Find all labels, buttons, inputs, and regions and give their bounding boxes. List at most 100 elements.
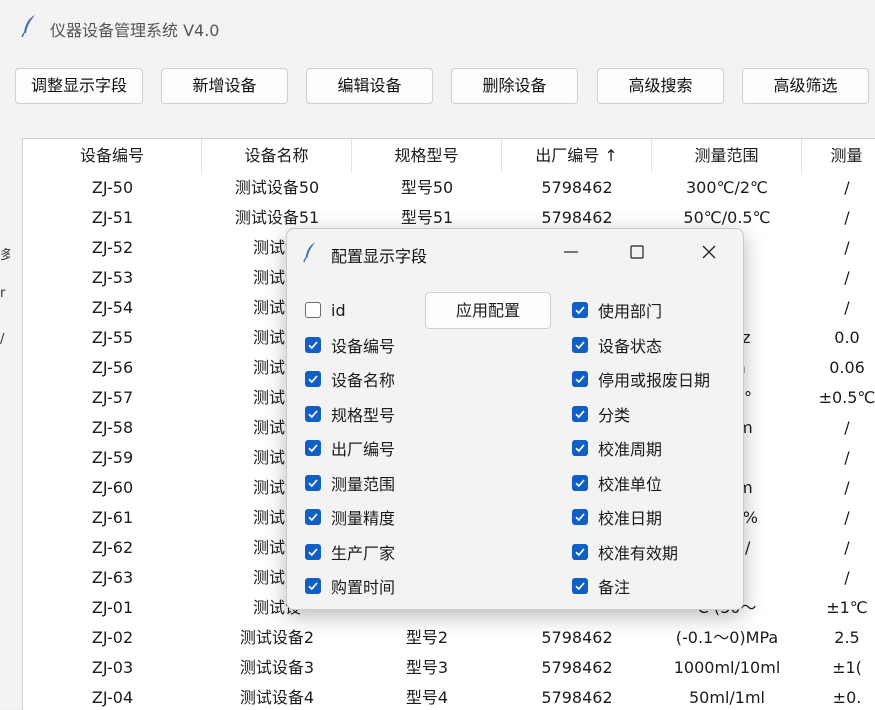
minimize-button[interactable]	[551, 235, 591, 269]
field-label: 校准有效期	[598, 543, 679, 563]
table-cell: ZJ-52	[91, 238, 134, 257]
table-row[interactable]: ZJ-04 测试设备4 型号4 5798462 50ml/1ml ±0.	[23, 683, 875, 710]
table-cell: ZJ-58	[91, 418, 134, 437]
checkbox-checked-icon[interactable]	[572, 371, 588, 387]
field-label: 设备状态	[598, 336, 663, 356]
checkbox-checked-icon[interactable]	[305, 440, 321, 456]
table-cell: ZJ-03	[91, 658, 134, 677]
field-checkbox[interactable]: 分类	[572, 402, 630, 426]
table-cell: 5798462	[541, 688, 613, 707]
delete-device-button[interactable]: 删除设备	[451, 68, 578, 104]
field-checkbox[interactable]: 设备编号	[305, 333, 395, 357]
field-label: 停用或报废日期	[598, 371, 711, 390]
add-device-button[interactable]: 新增设备	[161, 68, 288, 104]
table-cell: 测试设备4	[239, 688, 315, 707]
checkbox-checked-icon[interactable]	[305, 405, 321, 422]
advanced-search-button[interactable]: 高级搜索	[597, 68, 724, 104]
field-checkbox[interactable]: 使用部门	[572, 298, 662, 322]
checkbox-checked-icon[interactable]	[305, 336, 321, 353]
field-checkbox[interactable]: 备注	[572, 574, 630, 598]
checkbox-checked-icon[interactable]	[572, 336, 588, 353]
field-label: 生产厂家	[331, 543, 396, 563]
table-cell: 0.06	[829, 358, 865, 377]
advanced-filter-button[interactable]: 高级筛选	[742, 68, 869, 104]
edge-text: r	[0, 286, 6, 301]
table-cell: ZJ-60	[91, 478, 134, 497]
column-header[interactable]: 规格型号	[352, 139, 502, 173]
table-cell: 5798462	[541, 178, 613, 197]
column-header[interactable]: 出厂编号 ↑	[502, 139, 652, 173]
field-label: 校准日期	[598, 509, 663, 528]
column-header[interactable]: 测量	[802, 139, 875, 173]
field-label: 设备名称	[331, 371, 396, 390]
field-checkbox[interactable]: 校准周期	[572, 436, 662, 460]
table-cell: ZJ-04	[91, 688, 134, 707]
table-cell: ZJ-02	[91, 628, 134, 647]
checkbox-checked-icon[interactable]	[305, 474, 321, 491]
table-cell: 测试设备50	[234, 178, 320, 197]
field-label: 测量范围	[331, 474, 396, 494]
minimize-icon	[564, 251, 578, 253]
checkbox-checked-icon[interactable]	[572, 440, 588, 456]
table-row[interactable]: ZJ-02 测试设备2 型号2 5798462 (-0.1～0)MPa 2.5	[23, 623, 875, 653]
checkbox-checked-icon[interactable]	[305, 509, 321, 525]
field-checkbox[interactable]: 生产厂家	[305, 540, 395, 564]
field-label: 分类	[598, 405, 631, 425]
apply-config-button[interactable]: 应用配置	[425, 292, 551, 329]
table-row[interactable]: ZJ-50 测试设备50 型号50 5798462 300℃/2℃ /	[23, 173, 875, 203]
checkbox-checked-icon[interactable]	[305, 578, 321, 594]
checkbox-checked-icon[interactable]	[572, 543, 588, 560]
field-label: 出厂编号	[331, 440, 396, 459]
table-cell: ZJ-61	[91, 508, 134, 527]
field-checkbox[interactable]: 校准日期	[572, 505, 662, 529]
table-cell: 型号50	[400, 178, 454, 197]
close-icon	[702, 245, 716, 259]
column-header[interactable]: 设备编号	[23, 139, 202, 173]
checkbox-checked-icon[interactable]	[572, 474, 588, 491]
app-title: 仪器设备管理系统 V4.0	[50, 21, 220, 40]
field-checkbox[interactable]: 购置时间	[305, 574, 395, 598]
field-checkbox[interactable]: 出厂编号	[305, 436, 395, 460]
table-cell: ZJ-56	[91, 358, 134, 377]
adjust-fields-button[interactable]: 调整显示字段	[15, 68, 143, 104]
field-checkbox[interactable]: 停用或报废日期	[572, 367, 710, 391]
field-checkbox[interactable]: 设备状态	[572, 333, 662, 357]
field-checkbox[interactable]: 校准单位	[572, 471, 662, 495]
checkbox-checked-icon[interactable]	[572, 509, 588, 525]
checkbox-checked-icon[interactable]	[572, 578, 588, 594]
field-checkbox[interactable]: 设备名称	[305, 367, 395, 391]
checkbox-checked-icon[interactable]	[305, 371, 321, 387]
table-row[interactable]: ZJ-03 测试设备3 型号3 5798462 1000ml/10ml ±1(	[23, 653, 875, 683]
column-header[interactable]: 测量范围	[652, 139, 802, 173]
table-header: 设备编号 设备名称 规格型号 出厂编号 ↑ 测量范围 测量	[23, 139, 875, 173]
field-checkbox[interactable]: id	[305, 298, 346, 322]
table-cell: ±1(	[832, 658, 862, 677]
table-cell: 0.0	[834, 328, 860, 347]
edge-text: 多	[0, 248, 10, 263]
column-header[interactable]: 设备名称	[202, 139, 352, 173]
field-checkbox[interactable]: 规格型号	[305, 402, 395, 426]
edit-device-button[interactable]: 编辑设备	[306, 68, 433, 104]
maximize-button[interactable]	[617, 235, 657, 269]
checkbox-checked-icon[interactable]	[305, 543, 321, 560]
table-cell: /	[844, 418, 850, 437]
checkbox-checked-icon[interactable]	[572, 302, 588, 318]
table-cell: ZJ-53	[91, 268, 134, 287]
edge-text: /	[0, 332, 5, 347]
field-label: 使用部门	[598, 302, 663, 321]
close-button[interactable]	[689, 235, 729, 269]
table-cell: 型号2	[405, 628, 449, 647]
feather-app-icon	[20, 14, 38, 38]
table-cell: ZJ-59	[91, 448, 134, 467]
field-checkbox[interactable]: 校准有效期	[572, 540, 678, 564]
table-cell: 5798462	[541, 628, 613, 647]
checkbox-checked-icon[interactable]	[572, 405, 588, 422]
checkbox-unchecked-icon[interactable]	[305, 302, 321, 318]
field-checkbox[interactable]: 测量精度	[305, 505, 395, 529]
dialog-title: 配置显示字段	[331, 247, 428, 266]
table-cell: /	[844, 478, 850, 497]
field-checkbox[interactable]: 测量范围	[305, 471, 395, 495]
table-cell: /	[844, 448, 850, 467]
table-cell: ZJ-63	[91, 568, 134, 587]
table-cell: ZJ-57	[91, 388, 134, 407]
